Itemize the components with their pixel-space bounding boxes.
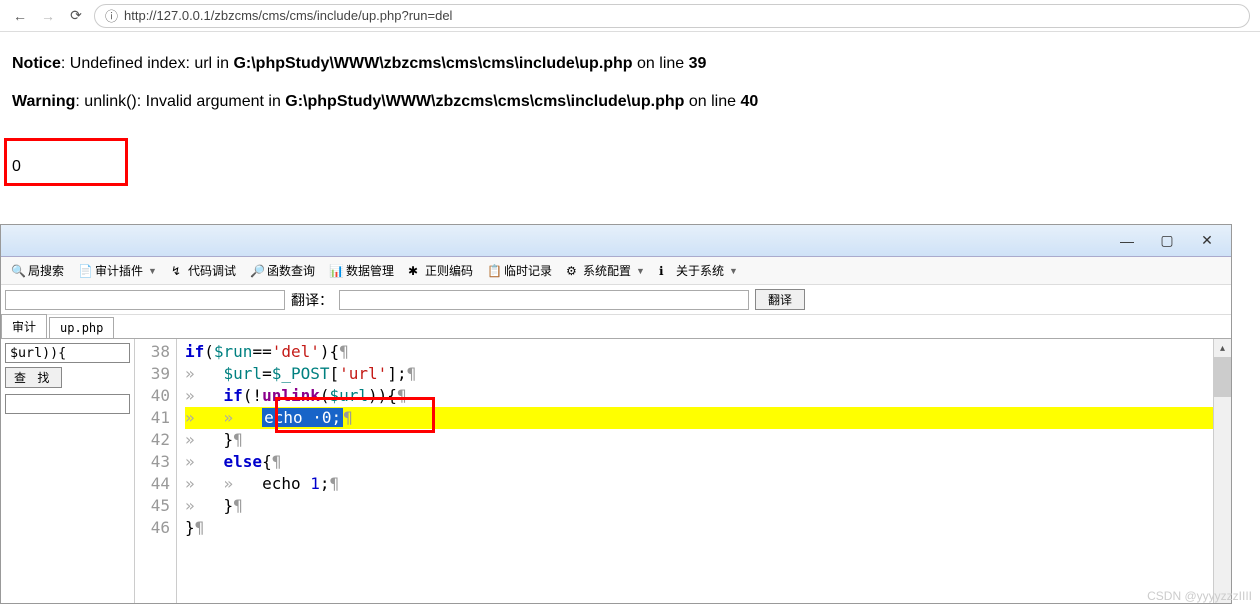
annotation-highlight-box	[4, 138, 128, 186]
toolbar: 🔍局搜索 📄审计插件▼ ↯代码调试 🔎函数查询 📊数据管理 ✱正则编码 📋临时记…	[1, 257, 1231, 285]
page-content: Notice: Undefined index: url in G:\phpSt…	[0, 32, 1260, 148]
code[interactable]: if($run=='del'){¶» $url=$_POST['url'];¶»…	[177, 339, 1213, 603]
scroll-thumb[interactable]	[1214, 357, 1231, 397]
editor-window: ― ▢ ✕ 🔍局搜索 📄审计插件▼ ↯代码调试 🔎函数查询 📊数据管理 ✱正则编…	[0, 224, 1232, 604]
tabs: 审计 up.php	[1, 315, 1231, 339]
code-line[interactable]: » else{¶	[185, 451, 1213, 473]
search-bar: 翻译： 翻译	[1, 285, 1231, 315]
code-line[interactable]: » }¶	[185, 495, 1213, 517]
translate-input[interactable]	[339, 290, 749, 310]
minimize-button[interactable]: ―	[1107, 229, 1147, 253]
gutter: 383940414243444546	[135, 339, 177, 603]
scroll-up-icon[interactable]: ▴	[1214, 339, 1231, 357]
magnify-icon: 🔎	[250, 264, 264, 278]
translate-label: 翻译：	[291, 290, 333, 310]
url-text: http://127.0.0.1/zbzcms/cms/cms/include/…	[124, 8, 452, 23]
forward-button[interactable]: →	[38, 6, 58, 26]
info-icon: ⓘ	[105, 6, 118, 25]
code-line[interactable]: » if(!unlink($url)){¶	[185, 385, 1213, 407]
url-bar[interactable]: ⓘ http://127.0.0.1/zbzcms/cms/cms/includ…	[94, 4, 1250, 28]
toolbar-audit-plugin[interactable]: 📄审计插件▼	[72, 260, 163, 281]
left-panel: 查 找	[1, 339, 135, 603]
plugin-icon: 📄	[78, 264, 92, 278]
editor-body: 查 找 383940414243444546 if($run=='del'){¶…	[1, 339, 1231, 603]
toolbar-temp-record[interactable]: 📋临时记录	[481, 260, 558, 281]
code-line[interactable]: » » echo ·0;¶	[185, 407, 1213, 429]
tab-up-php[interactable]: up.php	[49, 317, 114, 338]
code-line[interactable]: if($run=='del'){¶	[185, 341, 1213, 363]
toolbar-sys-config[interactable]: ⚙系统配置▼	[560, 260, 651, 281]
toolbar-data-mgmt[interactable]: 📊数据管理	[323, 260, 400, 281]
code-line[interactable]: }¶	[185, 517, 1213, 539]
close-button[interactable]: ✕	[1187, 229, 1227, 253]
toolbar-about[interactable]: ℹ关于系统▼	[653, 260, 744, 281]
maximize-button[interactable]: ▢	[1147, 229, 1187, 253]
reload-button[interactable]: ⟳	[66, 6, 86, 26]
search-icon: 🔍	[11, 264, 25, 278]
toolbar-regex[interactable]: ✱正则编码	[402, 260, 479, 281]
gear-icon: ⚙	[566, 264, 580, 278]
browser-bar: ← → ⟳ ⓘ http://127.0.0.1/zbzcms/cms/cms/…	[0, 0, 1260, 32]
info-icon: ℹ	[659, 264, 673, 278]
php-notice: Notice: Undefined index: url in G:\phpSt…	[12, 52, 1248, 76]
toolbar-func-query[interactable]: 🔎函数查询	[244, 260, 321, 281]
find-input[interactable]	[5, 343, 130, 363]
debug-icon: ↯	[171, 264, 185, 278]
find-button[interactable]: 查 找	[5, 367, 62, 388]
back-button[interactable]: ←	[10, 6, 30, 26]
translate-button[interactable]: 翻译	[755, 289, 805, 310]
code-line[interactable]: » » echo 1;¶	[185, 473, 1213, 495]
code-area: 383940414243444546 if($run=='del'){¶» $u…	[135, 339, 1231, 603]
toolbar-global-search[interactable]: 🔍局搜索	[5, 260, 70, 281]
title-bar: ― ▢ ✕	[1, 225, 1231, 257]
php-warning: Warning: unlink(): Invalid argument in G…	[12, 90, 1248, 114]
code-line[interactable]: » }¶	[185, 429, 1213, 451]
code-line[interactable]: » $url=$_POST['url'];¶	[185, 363, 1213, 385]
search-input-1[interactable]	[5, 290, 285, 310]
data-icon: 📊	[329, 264, 343, 278]
scrollbar[interactable]: ▴	[1213, 339, 1231, 603]
tab-audit[interactable]: 审计	[1, 314, 47, 338]
toolbar-debug[interactable]: ↯代码调试	[165, 260, 242, 281]
note-icon: 📋	[487, 264, 501, 278]
regex-icon: ✱	[408, 264, 422, 278]
watermark: CSDN @yyyyzzzIIII	[1147, 589, 1252, 603]
find-input-2[interactable]	[5, 394, 130, 414]
